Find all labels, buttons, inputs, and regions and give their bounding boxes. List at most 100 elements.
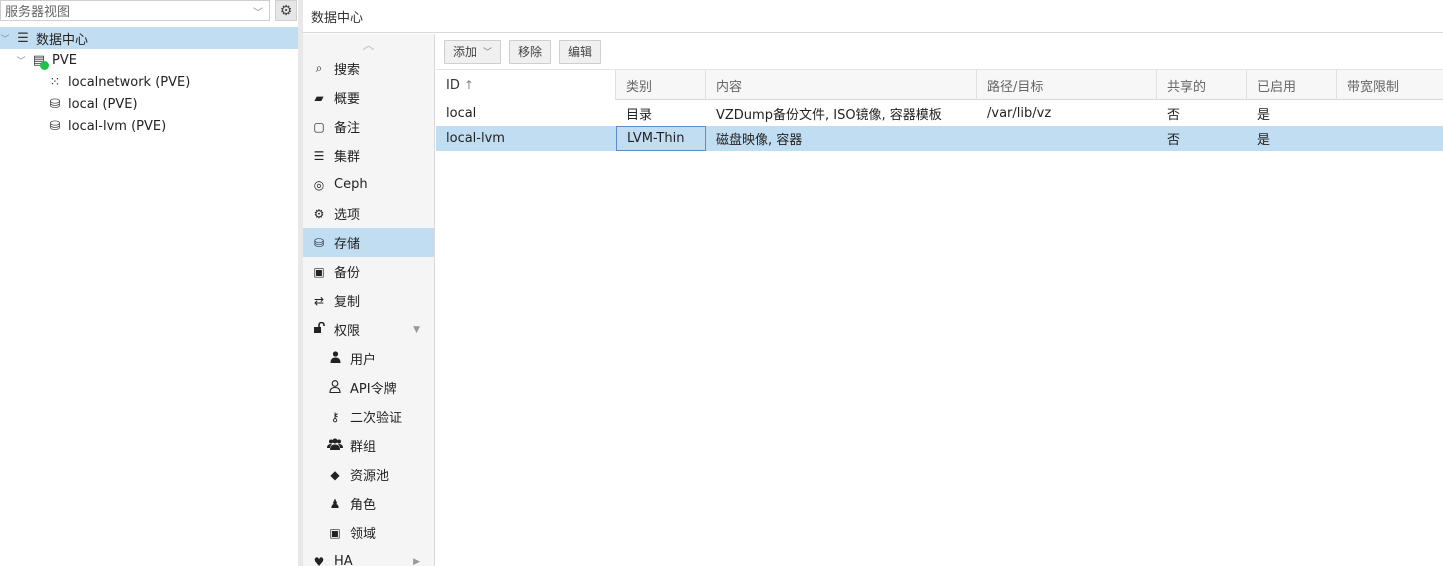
- nav-item-ha[interactable]: ♥ HA ▶: [303, 547, 434, 566]
- nav-item-label: 资源池: [350, 469, 390, 484]
- storage-panel: 添加 ﹀ 移除 编辑 ID ↑ 类别 内容 路径/目标 共享的 已启用 带宽限制…: [436, 34, 1443, 566]
- edit-button-label: 编辑: [568, 45, 593, 59]
- address-book-icon: ▣: [329, 525, 341, 540]
- nav-item-replication[interactable]: ⇄ 复制: [303, 286, 434, 315]
- add-button[interactable]: 添加 ﹀: [444, 39, 502, 64]
- gear-icon: ⚙: [313, 206, 325, 221]
- grid-header: ID ↑ 类别 内容 路径/目标 共享的 已启用 带宽限制: [436, 70, 1443, 100]
- cell-path: [977, 126, 1157, 151]
- nav-item-search[interactable]: ⌕ 搜索: [303, 54, 434, 83]
- cell-enabled: 是: [1257, 133, 1271, 148]
- column-header-label: 路径/目标: [987, 79, 1044, 95]
- cluster-icon: ☰: [313, 148, 325, 163]
- page-title: 数据中心: [311, 10, 364, 26]
- nav-item-label: HA: [334, 554, 353, 566]
- column-header-enabled[interactable]: 已启用: [1247, 70, 1337, 100]
- unlock-shape: [314, 321, 325, 333]
- nav-item-label: 二次验证: [350, 411, 403, 426]
- user-outline-icon: [327, 379, 343, 396]
- nav-item-tfa[interactable]: ⚷ 二次验证: [303, 402, 434, 431]
- nav-item-label: 备注: [334, 121, 361, 136]
- cell-type: 目录: [626, 108, 653, 123]
- storage-icon: ⛁: [49, 96, 61, 112]
- column-header-label: 类别: [626, 79, 653, 95]
- tree-node-label: local (PVE): [68, 96, 138, 112]
- remove-button[interactable]: 移除: [509, 39, 552, 64]
- nav-item-label: API令牌: [350, 382, 397, 397]
- column-header-bandwidth[interactable]: 带宽限制: [1337, 70, 1443, 100]
- key-icon: ⚷: [330, 409, 340, 424]
- nav-item-label: 用户: [350, 353, 377, 368]
- column-header-type[interactable]: 类别: [616, 70, 706, 100]
- caret-down-icon[interactable]: ▼: [413, 325, 420, 335]
- config-nav: ︿ ⌕ 搜索 ▰ 概要 ▢ 备注 ☰ 集群 ◎ Ceph ⚙ 选项 ⛁ 存储 ▣…: [303, 34, 435, 566]
- scroll-up-icon[interactable]: ︿: [303, 34, 434, 54]
- nav-item-realms[interactable]: ▣ 领域: [303, 518, 434, 547]
- nav-item-label: 集群: [334, 150, 361, 165]
- table-row[interactable]: local 目录 VZDump备份文件, ISO镜像, 容器模板 /var/li…: [436, 101, 1443, 126]
- user-outline-shape: [329, 379, 341, 393]
- user-icon: [327, 351, 343, 366]
- tags-icon: ◆: [330, 467, 340, 482]
- column-header-id[interactable]: ID ↑: [436, 70, 616, 100]
- column-header-content[interactable]: 内容: [706, 70, 977, 100]
- retweet-icon: ⇄: [313, 293, 325, 308]
- view-select-value: 服务器视图: [5, 5, 71, 20]
- nav-item-ceph[interactable]: ◎ Ceph: [303, 170, 434, 199]
- page-header: 数据中心: [303, 0, 1443, 33]
- cell-id: local: [446, 106, 477, 121]
- database-icon: ⛁: [313, 235, 325, 250]
- tree-node-localnetwork[interactable]: ⁙ localnetwork (PVE): [0, 71, 298, 93]
- caret-right-icon[interactable]: ▶: [413, 557, 420, 566]
- chevron-down-icon[interactable]: ﹀: [16, 54, 26, 67]
- column-header-label: 已启用: [1257, 79, 1297, 95]
- tree-node-local-lvm[interactable]: ⛁ local-lvm (PVE): [0, 115, 298, 137]
- edit-button[interactable]: 编辑: [559, 39, 602, 64]
- tree-node-label: localnetwork (PVE): [68, 74, 191, 90]
- unlock-icon: [311, 321, 327, 337]
- tree-node-pve[interactable]: ﹀ ▤ PVE: [0, 49, 298, 71]
- nav-item-roles[interactable]: ♟ 角色: [303, 489, 434, 518]
- column-header-path[interactable]: 路径/目标: [977, 70, 1157, 100]
- nav-item-backup[interactable]: ▣ 备份: [303, 257, 434, 286]
- tree-node-label: 数据中心: [36, 32, 89, 48]
- datacenter-icon: ☰: [17, 30, 29, 46]
- chevron-down-icon[interactable]: ﹀: [0, 32, 10, 45]
- status-ok-icon: [40, 60, 49, 70]
- nav-item-label: 搜索: [334, 63, 361, 78]
- nav-item-users[interactable]: 用户: [303, 344, 434, 373]
- user-shape: [330, 351, 340, 363]
- sort-asc-icon: ↑: [463, 78, 474, 92]
- users-icon: [327, 438, 343, 453]
- ceph-icon: ◎: [313, 177, 325, 192]
- column-header-label: 共享的: [1167, 79, 1207, 95]
- nav-item-storage[interactable]: ⛁ 存储: [303, 228, 434, 257]
- table-row[interactable]: local-lvm LVM-Thin 磁盘映像, 容器 否 是: [436, 126, 1443, 151]
- tree-node-label: local-lvm (PVE): [68, 118, 167, 134]
- nav-item-label: 存储: [334, 237, 361, 252]
- nav-item-summary[interactable]: ▰ 概要: [303, 83, 434, 112]
- nav-item-cluster[interactable]: ☰ 集群: [303, 141, 434, 170]
- nav-item-pools[interactable]: ◆ 资源池: [303, 460, 434, 489]
- nav-item-options[interactable]: ⚙ 选项: [303, 199, 434, 228]
- nav-item-api-tokens[interactable]: API令牌: [303, 373, 434, 402]
- heartbeat-icon: ♥: [313, 554, 325, 566]
- nav-item-label: 选项: [334, 208, 361, 223]
- nav-item-groups[interactable]: 群组: [303, 431, 434, 460]
- view-select[interactable]: 服务器视图 ﹀: [0, 0, 270, 21]
- column-header-shared[interactable]: 共享的: [1157, 70, 1247, 100]
- cell-shared: 否: [1167, 108, 1181, 123]
- grid-body: local 目录 VZDump备份文件, ISO镜像, 容器模板 /var/li…: [436, 101, 1443, 151]
- cell-path: /var/lib/vz: [987, 106, 1052, 121]
- nav-item-label: 权限: [334, 324, 361, 339]
- search-icon: ⌕: [315, 61, 323, 75]
- nav-item-permissions[interactable]: 权限 ▼: [303, 315, 434, 344]
- tree-node-datacenter[interactable]: ﹀ ☰ 数据中心: [0, 27, 298, 49]
- add-button-label: 添加: [453, 45, 478, 59]
- tree-node-local[interactable]: ⛁ local (PVE): [0, 93, 298, 115]
- nav-item-notes[interactable]: ▢ 备注: [303, 112, 434, 141]
- column-header-label: 内容: [716, 79, 743, 95]
- gear-icon[interactable]: ⚙: [275, 0, 297, 21]
- resource-tree-panel: 服务器视图 ﹀ ⚙ ﹀ ☰ 数据中心 ﹀ ▤ PVE ⁙ localnetwor…: [0, 0, 298, 566]
- cell-type: LVM-Thin: [616, 126, 706, 151]
